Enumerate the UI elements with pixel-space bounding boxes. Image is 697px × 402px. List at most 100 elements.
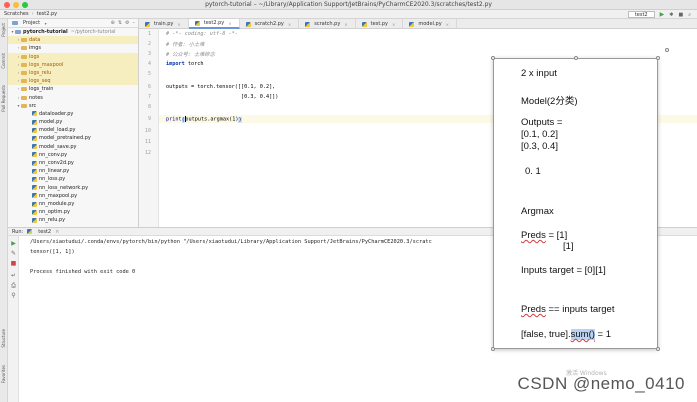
tree-file[interactable]: nn_conv2d.py (8, 159, 138, 167)
close-icon[interactable]: × (55, 229, 59, 235)
folder-label: logs_maxpool (29, 61, 64, 68)
pin-icon[interactable]: ⚲ (10, 292, 17, 299)
code-line: outputs = torch.tensor([[0.1, 0.2], (166, 84, 276, 90)
tree-folder-notes[interactable]: › notes (8, 94, 138, 102)
python-file-icon (32, 152, 37, 158)
folder-label: logs_relu (29, 69, 52, 76)
search-icon[interactable]: ⌕ (688, 12, 691, 18)
folder-icon (21, 95, 27, 100)
close-icon[interactable]: × (177, 22, 180, 27)
pull-requests-tool-tab[interactable]: Pull Requests (1, 85, 7, 112)
tree-folder-logs[interactable]: › logs (8, 52, 138, 61)
python-file-icon (305, 21, 311, 27)
note-line: Argmax (521, 206, 554, 217)
project-tool-tab[interactable]: Project (1, 23, 7, 37)
tree-folder-data[interactable]: › data (8, 36, 138, 45)
tab-model[interactable]: model.py × (403, 19, 458, 29)
run-panel-label: Run: (12, 228, 24, 235)
soft-wrap-icon[interactable]: ↵ (10, 272, 17, 279)
csdn-watermark: CSDN @nemo_0410 (517, 374, 685, 393)
tree-file[interactable]: dataloader.py (8, 110, 138, 118)
code-text: outputs.argmax(1) (185, 116, 239, 123)
tree-file[interactable]: nn_relu.py (8, 216, 138, 224)
resize-handle[interactable] (491, 347, 495, 351)
run-tab-test2[interactable]: test2 (38, 229, 51, 235)
target-icon[interactable]: ⊕ (111, 20, 115, 26)
resize-handle[interactable] (656, 56, 660, 60)
tree-folder-logs-relu[interactable]: › logs_relu (8, 68, 138, 78)
structure-tool-tab[interactable]: Structure (1, 329, 7, 348)
tab-scratch2[interactable]: scratch2.py × (240, 19, 300, 29)
gear-icon[interactable]: ⚙ (125, 20, 129, 26)
note-line: [false, true].sum() = 1 (521, 329, 611, 340)
close-icon[interactable]: × (446, 22, 449, 27)
stop-icon[interactable]: ■ (678, 12, 683, 18)
collapse-icon[interactable]: ⇅ (118, 20, 122, 26)
close-icon[interactable]: × (344, 22, 347, 27)
resize-handle[interactable] (491, 56, 495, 60)
stop-icon[interactable]: ■ (10, 260, 17, 267)
run-config-select[interactable]: test2 (627, 11, 655, 18)
hide-icon[interactable]: – (133, 20, 136, 26)
debug-icon[interactable]: ✱ (669, 12, 673, 18)
tree-folder-logs-seq[interactable]: › logs_seq (8, 77, 138, 86)
tab-scratch[interactable]: scratch.py × (299, 19, 356, 29)
favorites-tool-tab[interactable]: Favorites (1, 365, 7, 383)
tree-file[interactable]: nn_loss.py (8, 175, 138, 183)
folder-label: notes (29, 94, 43, 101)
tree-file[interactable]: nn_loss_network.py (8, 184, 138, 192)
tab-label: test.py (370, 21, 388, 27)
resize-handle[interactable] (574, 56, 578, 60)
tree-file[interactable]: model_load.py (8, 126, 138, 134)
annotation-textbox[interactable]: 2 x input Model(2分类) Outputs = [0.1, 0.2… (491, 48, 669, 351)
tab-test2[interactable]: test2.py × (188, 19, 240, 29)
wrench-icon[interactable]: ✎ (10, 250, 17, 257)
python-file-icon (27, 229, 33, 234)
rerun-icon[interactable]: ▶ (10, 240, 17, 247)
breadcrumb-file[interactable]: test2.py (37, 11, 58, 17)
run-icon[interactable]: ▶ (660, 11, 665, 18)
python-file-icon (32, 144, 37, 150)
note-text: = 1 (594, 329, 612, 340)
misspelled-word: Preds (521, 304, 546, 315)
python-file-icon (32, 111, 37, 117)
tab-train[interactable]: train.py × (139, 19, 189, 29)
resize-handle[interactable] (656, 347, 660, 351)
close-icon[interactable]: × (288, 22, 291, 27)
python-file-icon (32, 160, 37, 166)
tree-file[interactable]: nn_maxpool.py (8, 192, 138, 200)
tab-label: scratch.py (314, 21, 341, 27)
rotate-handle[interactable] (665, 48, 669, 52)
python-file-icon (361, 21, 367, 27)
tree-folder-logs-train[interactable]: › logs_train (8, 85, 138, 93)
file-label: model_load.py (39, 127, 76, 134)
chevron-down-icon[interactable]: ▾ (43, 21, 48, 26)
note-line: Preds = [1] (521, 230, 567, 241)
tree-file[interactable]: model_pretrained.py (8, 134, 138, 142)
close-icon[interactable]: × (392, 22, 395, 27)
tree-file[interactable]: nn_conv.py (8, 151, 138, 159)
tree-file[interactable]: nn_linear.py (8, 167, 138, 175)
tree-root[interactable]: ▾ pytorch-tutorial ~/pytorch-tutorial (8, 28, 138, 36)
tree-folder-imgs[interactable]: › imgs (8, 44, 138, 52)
folder-icon (21, 38, 27, 43)
line-number: 2 (147, 41, 151, 47)
line-number: 1 (147, 31, 151, 37)
tree-file[interactable]: model.py (8, 118, 138, 126)
folder-icon (21, 87, 27, 92)
project-panel-title[interactable]: Project (23, 20, 40, 26)
commit-tool-tab[interactable]: Commit (1, 53, 7, 69)
code-line: # 公众号: 土堆碎念 (166, 52, 215, 58)
print-icon[interactable]: ⎙ (10, 282, 17, 289)
tab-test[interactable]: test.py × (356, 19, 404, 29)
tab-label: scratch2.py (254, 21, 284, 27)
tree-folder-src[interactable]: ▾ src (8, 102, 138, 110)
selected-text: sum() (570, 329, 595, 340)
file-label: nn_linear.py (39, 168, 70, 175)
tree-file[interactable]: nn_module.py (8, 200, 138, 208)
tree-file[interactable]: nn_optim.py (8, 208, 138, 216)
breadcrumb-scratches[interactable]: Scratches (4, 11, 29, 17)
tree-file[interactable]: model_save.py (8, 143, 138, 151)
tree-folder-logs-maxpool[interactable]: › logs_maxpool (8, 60, 138, 69)
close-icon[interactable]: × (228, 21, 231, 26)
